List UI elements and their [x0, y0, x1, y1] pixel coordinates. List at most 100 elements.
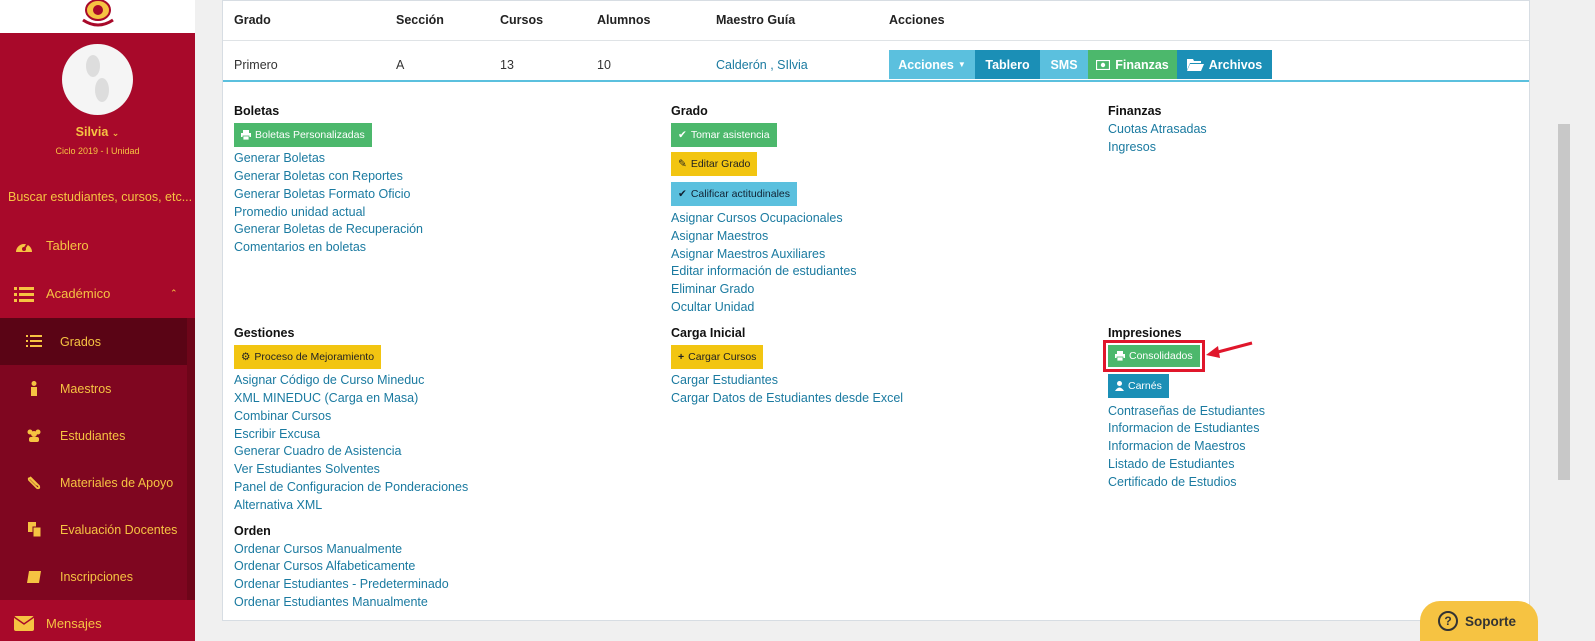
link-combinar-cursos[interactable]: Combinar Cursos: [234, 409, 331, 423]
link-boletas-oficio[interactable]: Generar Boletas Formato Oficio: [234, 187, 410, 201]
link-maestros-auxiliares[interactable]: Asignar Maestros Auxiliares: [671, 247, 825, 261]
link-ocultar-unidad[interactable]: Ocultar Unidad: [671, 300, 754, 314]
link-ordenar-cursos-alfa[interactable]: Ordenar Cursos Alfabeticamente: [234, 559, 415, 573]
link-contrasenas[interactable]: Contraseñas de Estudiantes: [1108, 404, 1265, 418]
boletas-title: Boletas: [234, 104, 280, 118]
sidebar-item-label: Maestros: [60, 381, 112, 396]
sidebar-item-tablero[interactable]: Tablero: [0, 222, 195, 269]
avatar[interactable]: [62, 44, 133, 115]
grades-panel: Grado Sección Cursos Alumnos Maestro Guí…: [222, 0, 1530, 621]
cargar-cursos-button[interactable]: + Cargar Cursos: [671, 345, 764, 369]
sidebar-item-mensajes[interactable]: Mensajes: [0, 600, 195, 641]
link-info-estudiantes[interactable]: Informacion de Estudiantes: [1108, 421, 1259, 435]
editar-grado-label: Editar Grado: [690, 158, 751, 170]
highlight-box: [1103, 340, 1205, 372]
finanzas-label: Finanzas: [1115, 57, 1169, 72]
dashboard-icon: [14, 237, 34, 255]
link-estudiantes-solventes[interactable]: Ver Estudiantes Solventes: [234, 462, 380, 476]
link-info-maestros[interactable]: Informacion de Maestros: [1108, 439, 1246, 453]
link-listado-estudiantes[interactable]: Listado de Estudiantes: [1108, 457, 1234, 471]
link-cargar-estudiantes[interactable]: Cargar Estudiantes: [671, 373, 778, 387]
chevron-up-icon: ⌃: [170, 288, 178, 298]
list-icon: [26, 335, 42, 349]
sidebar-item-materiales[interactable]: Materiales de Apoyo: [0, 459, 187, 506]
link-ordenar-estudiantes-pred[interactable]: Ordenar Estudiantes - Predeterminado: [234, 577, 449, 591]
person-icon: [26, 381, 42, 396]
header-grado: Grado: [234, 13, 271, 27]
footprints-icon: [86, 55, 109, 102]
link-ordenar-estudiantes-manual[interactable]: Ordenar Estudiantes Manualmente: [234, 595, 428, 609]
link-ponderaciones[interactable]: Panel de Configuracion de Ponderaciones: [234, 480, 468, 494]
actions-button-group: Acciones ▼ Tablero SMS Finanzas Archivos: [889, 50, 1272, 79]
paperclip-icon: [26, 475, 42, 490]
link-boletas-reportes[interactable]: Generar Boletas con Reportes: [234, 169, 403, 183]
finanzas-button[interactable]: Finanzas: [1088, 50, 1177, 79]
boletas-personalizadas-button[interactable]: Boletas Personalizadas: [234, 123, 372, 147]
header-maestro: Maestro Guía: [716, 13, 796, 27]
link-cursos-ocupacionales[interactable]: Asignar Cursos Ocupacionales: [671, 211, 843, 225]
sidebar-scrollbar[interactable]: [187, 318, 195, 600]
tablero-button[interactable]: Tablero: [975, 50, 1040, 79]
page-scrollbar-thumb[interactable]: [1558, 124, 1570, 480]
search-input[interactable]: Buscar estudiantes, cursos, etc...: [8, 190, 192, 204]
link-promedio-unidad[interactable]: Promedio unidad actual: [234, 205, 365, 219]
sidebar-item-label: Mensajes: [46, 616, 102, 631]
link-asignar-maestros[interactable]: Asignar Maestros: [671, 229, 768, 243]
link-boletas-recuperacion[interactable]: Generar Boletas de Recuperación: [234, 222, 423, 236]
cell-cursos: 13: [500, 58, 514, 72]
soporte-button[interactable]: ? Soporte: [1420, 601, 1538, 641]
sidebar-item-grados[interactable]: Grados: [0, 318, 187, 365]
link-comentarios-boletas[interactable]: Comentarios en boletas: [234, 240, 366, 254]
archivos-button[interactable]: Archivos: [1177, 50, 1272, 79]
sidebar-item-label: Académico: [46, 286, 111, 301]
link-cuotas-atrasadas[interactable]: Cuotas Atrasadas: [1108, 122, 1207, 136]
sms-button[interactable]: SMS: [1040, 50, 1088, 79]
carnes-button[interactable]: Carnés: [1108, 374, 1169, 398]
money-icon: [1096, 59, 1111, 70]
carnes-label: Carnés: [1128, 380, 1162, 392]
tomar-asistencia-label: Tomar asistencia: [690, 129, 770, 141]
link-editar-estudiantes[interactable]: Editar información de estudiantes: [671, 264, 857, 278]
link-ingresos[interactable]: Ingresos: [1108, 140, 1156, 154]
link-eliminar-grado[interactable]: Eliminar Grado: [671, 282, 754, 296]
caret-down-icon: ▼: [957, 60, 966, 69]
grado-title: Grado: [671, 104, 708, 118]
print-icon: [241, 130, 251, 140]
user-icon: [1115, 381, 1124, 391]
tomar-asistencia-button[interactable]: ✔ Tomar asistencia: [671, 123, 777, 147]
editar-grado-button[interactable]: ✎ Editar Grado: [671, 152, 758, 176]
sidebar-item-inscripciones[interactable]: Inscripciones: [0, 553, 187, 600]
header-acciones: Acciones: [889, 13, 945, 27]
sidebar-item-estudiantes[interactable]: Estudiantes: [0, 412, 187, 459]
acciones-label: Acciones: [898, 57, 954, 72]
link-cuadro-asistencia[interactable]: Generar Cuadro de Asistencia: [234, 444, 401, 458]
maestro-link[interactable]: Calderón , SIlvia: [716, 58, 808, 72]
table-row: Primero A 13 10 Calderón , SIlvia Accion…: [223, 41, 1529, 82]
link-xml-mineduc[interactable]: XML MINEDUC (Carga en Masa): [234, 391, 418, 405]
sidebar-item-label: Estudiantes: [60, 428, 126, 443]
folder-open-icon: [1186, 58, 1204, 71]
proceso-label: Proceso de Mejoramiento: [254, 351, 375, 363]
proceso-mejoramiento-button[interactable]: ⚙ Proceso de Mejoramiento: [234, 345, 382, 369]
link-escribir-excusa[interactable]: Escribir Excusa: [234, 427, 320, 441]
submenu: Grados Maestros Estudiantes Materiales d…: [0, 318, 187, 600]
user-menu[interactable]: Silvia ⌄: [0, 125, 195, 139]
link-codigo-mineduc[interactable]: Asignar Código de Curso Mineduc: [234, 373, 424, 387]
link-generar-boletas[interactable]: Generar Boletas: [234, 151, 325, 165]
user-name: Silvia: [75, 125, 109, 139]
sidebar-item-maestros[interactable]: Maestros: [0, 365, 187, 412]
list-icon: [14, 285, 34, 303]
link-alternativa-xml[interactable]: Alternativa XML: [234, 498, 322, 512]
sidebar-item-label: Evaluación Docentes: [60, 522, 178, 537]
sidebar-item-label: Materiales de Apoyo: [60, 475, 174, 490]
calificar-actitudinales-button[interactable]: ✔ Calificar actitudinales: [671, 182, 798, 206]
sidebar-item-academico[interactable]: Académico ⌃: [0, 270, 195, 317]
sidebar-item-evaluacion[interactable]: Evaluación Docentes: [0, 506, 187, 553]
link-cargar-excel[interactable]: Cargar Datos de Estudiantes desde Excel: [671, 391, 903, 405]
finanzas-title: Finanzas: [1108, 104, 1162, 118]
link-certificado-estudios[interactable]: Certificado de Estudios: [1108, 475, 1237, 489]
table-header: Grado Sección Cursos Alumnos Maestro Guí…: [223, 1, 1529, 41]
link-ordenar-cursos-manual[interactable]: Ordenar Cursos Manualmente: [234, 542, 402, 556]
acciones-dropdown-button[interactable]: Acciones ▼: [889, 50, 975, 79]
cell-seccion: A: [396, 58, 405, 72]
